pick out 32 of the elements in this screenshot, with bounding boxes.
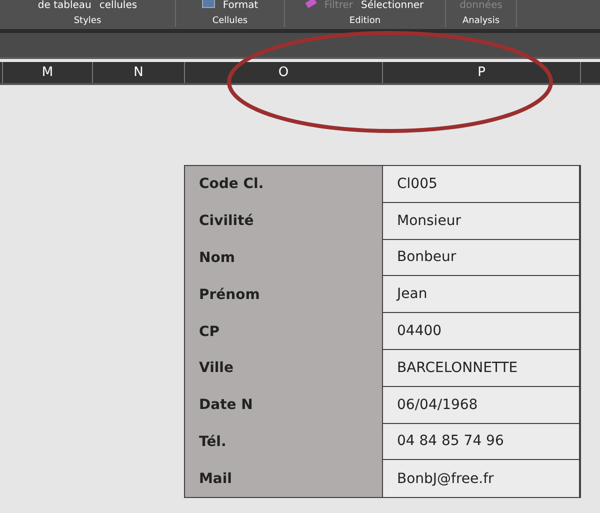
field-value: Jean [383, 276, 580, 314]
field-label: CP [185, 313, 383, 350]
field-value: 04 84 85 74 96 [383, 424, 580, 460]
field-label: Code Cl. [185, 166, 383, 203]
field-value: 06/04/1968 [383, 386, 580, 424]
field-label: Tél. [185, 424, 383, 460]
group-label: Cellules [212, 16, 248, 27]
group-label: Analysis [462, 16, 500, 27]
field-value: BonbJ@free.fr [383, 460, 580, 498]
ribbon-button[interactable]: de tableau [38, 0, 92, 11]
field-value: 04400 [383, 313, 580, 350]
ribbon-button[interactable]: cellules [99, 0, 138, 11]
field-label: Date N [185, 386, 383, 424]
column-header[interactable]: O [185, 62, 383, 83]
group-label: Edition [349, 16, 381, 27]
field-value: Monsieur [383, 202, 580, 240]
field-value: BARCELONNETTE [383, 350, 580, 387]
table-icon [202, 0, 215, 8]
field-label: Nom [185, 240, 383, 276]
group-label: Styles [74, 16, 102, 27]
ribbon-button[interactable]: Sélectionner [360, 0, 424, 11]
field-label: Mail [185, 460, 383, 498]
ribbon-button[interactable]: Format [222, 0, 258, 11]
field-label: Prénom [185, 276, 383, 314]
field-value: Cl005 [383, 166, 580, 203]
field-label: Civilité [185, 202, 383, 240]
column-header[interactable]: M [3, 62, 93, 83]
column-header[interactable]: N [93, 62, 185, 83]
column-header[interactable]: P [383, 62, 581, 83]
eraser-icon [305, 0, 318, 8]
field-value: Bonbeur [383, 240, 580, 276]
field-label: Ville [185, 350, 383, 387]
